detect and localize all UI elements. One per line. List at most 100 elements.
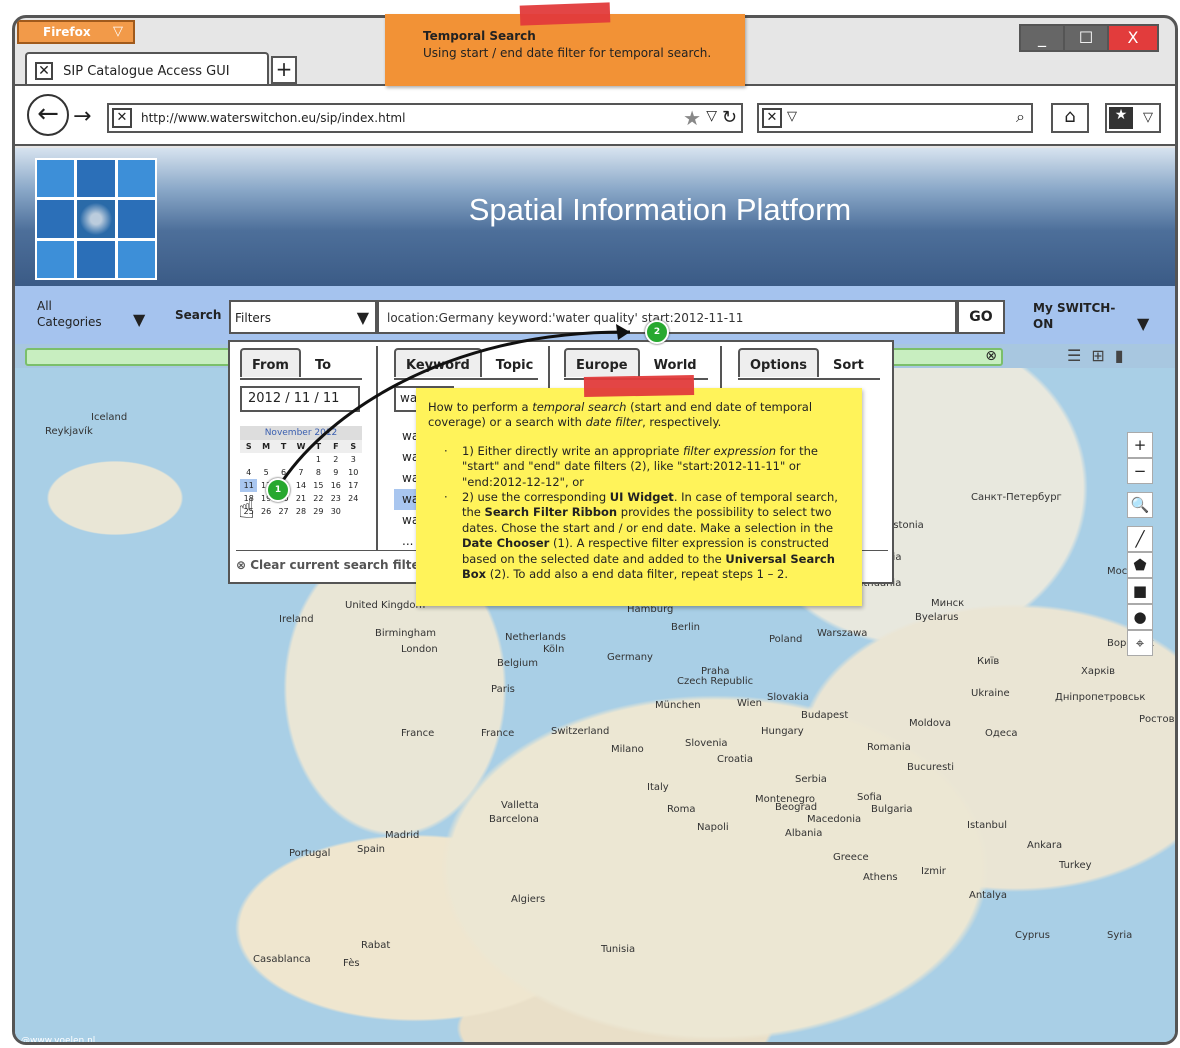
calendar-day[interactable]: 1 (310, 453, 327, 466)
map-label: Reykjavík (45, 426, 93, 437)
calendar-day[interactable]: 3 (345, 453, 362, 466)
new-tab-button[interactable]: + (271, 56, 297, 84)
calendar-day[interactable]: 22 (310, 492, 327, 505)
map-label: Albania (785, 828, 823, 839)
map-label: Croatia (717, 754, 753, 765)
map-label: Iceland (91, 412, 128, 423)
map-label: Valletta (501, 800, 539, 811)
tab-world[interactable]: World (641, 348, 709, 377)
calendar-day[interactable]: 7 (292, 466, 309, 479)
calendar-day[interactable]: 17 (345, 479, 362, 492)
minimize-button[interactable]: _ (1019, 24, 1065, 52)
maximize-button[interactable]: ☐ (1063, 24, 1109, 52)
tab-europe[interactable]: Europe (564, 348, 640, 377)
map-label: Sofia (857, 792, 882, 803)
calendar-day[interactable]: 24 (345, 492, 362, 505)
calendar-day[interactable]: 9 (327, 466, 344, 479)
home-button[interactable]: ⌂ (1051, 103, 1089, 133)
firefox-menu-button[interactable]: Firefox ▽ (17, 20, 135, 44)
header-banner: Spatial Information Platform (15, 148, 1175, 286)
from-date-input[interactable]: 2012 / 11 / 11 (240, 386, 360, 412)
map-label: Wien (737, 698, 762, 709)
chevron-down-icon[interactable]: ▽ (706, 108, 717, 124)
close-circle-icon[interactable]: ⊗ (985, 348, 997, 364)
view-toggle-icons[interactable]: ☰⊞▮ (1067, 346, 1134, 365)
filters-select-value: Filters (235, 311, 271, 325)
zoom-out-button[interactable]: − (1127, 458, 1153, 484)
draw-circle-button[interactable]: ● (1127, 604, 1153, 630)
bookmark-star-icon[interactable]: ★ (683, 106, 701, 130)
calendar-day[interactable]: 23 (327, 492, 344, 505)
tab-topic[interactable]: Topic (483, 348, 546, 377)
tab-keyword[interactable]: Keyword (394, 348, 482, 377)
map-label: Czech Republic (677, 676, 754, 687)
map-label: Portugal (289, 848, 331, 859)
map-label: Tunisia (601, 944, 636, 955)
bookmark-star-icon: ★ (1109, 107, 1133, 129)
map-label: Macedonia (807, 814, 862, 825)
calendar-day[interactable]: 30 (327, 505, 344, 518)
date-tabs: From To (240, 348, 345, 377)
map-label: Netherlands (505, 632, 566, 643)
draw-line-button[interactable]: ╱ (1127, 526, 1153, 552)
tab-to[interactable]: To (302, 348, 344, 377)
clear-filter-button[interactable]: ⊗ Clear current search filter (236, 558, 426, 572)
calendar-day[interactable]: 8 (310, 466, 327, 479)
my-switchon-label[interactable]: My SWITCH-ON (1033, 300, 1123, 332)
calendar-day[interactable]: 14 (292, 479, 309, 492)
browser-search-bar[interactable]: ✕ ▽ ⌕ (757, 103, 1033, 133)
map-label: Romania (867, 742, 911, 753)
bookmarks-button[interactable]: ★ ▽ (1105, 103, 1161, 133)
draw-rectangle-button[interactable]: ■ (1127, 578, 1153, 604)
calendar-day (275, 453, 292, 466)
close-button[interactable]: X (1107, 24, 1159, 52)
filters-select[interactable]: Filters ▼ (229, 300, 377, 334)
browser-tab[interactable]: ✕ SIP Catalogue Access GUI (25, 52, 269, 86)
chevron-down-icon[interactable]: ▽ (787, 109, 797, 124)
go-button[interactable]: GO (957, 300, 1005, 334)
calendar-day[interactable]: 15 (310, 479, 327, 492)
tab-from[interactable]: From (240, 348, 301, 377)
calendar-day[interactable]: 4 (240, 466, 257, 479)
calendar-grid[interactable]: SMTWTFS123456789101112131415161718192021… (240, 440, 362, 518)
map-label: Slovakia (767, 692, 809, 703)
caret-down-icon[interactable]: ▼ (133, 310, 145, 329)
calendar-day[interactable]: 28 (292, 505, 309, 518)
draw-polygon-button[interactable]: ⬟ (1127, 552, 1153, 578)
all-categories-label[interactable]: All Categories (37, 298, 117, 330)
calendar-day[interactable]: 27 (275, 505, 292, 518)
calendar-day[interactable]: 11 (240, 479, 258, 492)
caret-down-icon: ▼ (356, 308, 369, 327)
hand-cursor-icon: ☝ (238, 492, 256, 525)
url-bar[interactable]: ✕ http://www.waterswitchon.eu/sip/index.… (107, 103, 743, 133)
map-label: Fès (343, 958, 360, 969)
map-label: Izmir (921, 866, 946, 877)
tab-sort[interactable]: Sort (820, 348, 876, 377)
calendar-day[interactable]: 10 (345, 466, 362, 479)
back-button[interactable]: ← (27, 94, 69, 136)
map-controls: + − 🔍 ╱ ⬟ ■ ● ⌖ (1127, 432, 1153, 656)
calendar-day[interactable]: 16 (327, 479, 344, 492)
tab-options[interactable]: Options (738, 348, 819, 377)
map-label: London (401, 644, 438, 655)
calendar-day[interactable]: 2 (327, 453, 344, 466)
draw-marker-button[interactable]: ⌖ (1127, 630, 1153, 656)
map-label: Roma (667, 804, 696, 815)
map-label: Warszawa (817, 628, 868, 639)
calendar-day[interactable]: 21 (292, 492, 309, 505)
calendar-day (257, 453, 274, 466)
map-label: Madrid (385, 830, 420, 841)
map-search-button[interactable]: 🔍 (1127, 492, 1153, 518)
calendar-day (345, 505, 362, 518)
calendar-day[interactable]: 26 (257, 505, 274, 518)
calendar-day[interactable]: 5 (257, 466, 274, 479)
search-icon[interactable]: ⌕ (1016, 107, 1025, 127)
zoom-in-button[interactable]: + (1127, 432, 1153, 458)
reload-icon[interactable]: ↻ (722, 107, 737, 128)
date-chooser[interactable]: November 2012 SMTWTFS1234567891011121314… (240, 426, 362, 518)
caret-down-icon[interactable]: ▼ (1137, 314, 1149, 333)
calendar-day[interactable]: 29 (310, 505, 327, 518)
map-label: Praha (701, 666, 730, 677)
map-label: Ukraine (971, 688, 1010, 699)
forward-button[interactable]: → (73, 104, 91, 129)
